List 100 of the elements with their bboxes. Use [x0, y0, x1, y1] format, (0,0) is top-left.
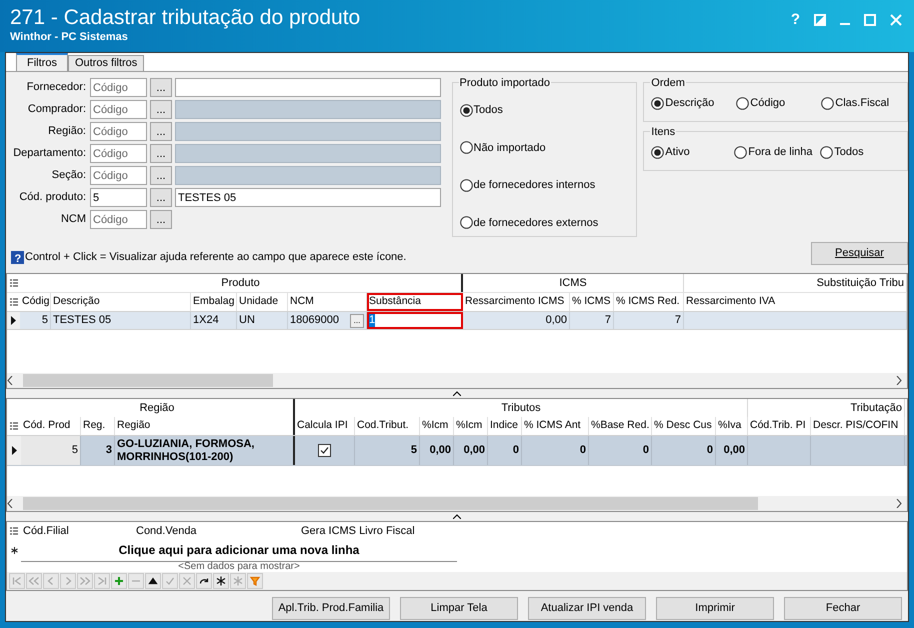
column-header[interactable]: Cód.Filial: [21, 522, 134, 541]
action-button[interactable]: Imprimir: [656, 597, 774, 620]
up-icon[interactable]: [145, 573, 161, 589]
next-page-icon[interactable]: [77, 573, 93, 589]
column-header[interactable]: %Icm: [420, 417, 454, 435]
action-button[interactable]: Limpar Tela: [400, 597, 518, 620]
code-field[interactable]: Código: [90, 166, 147, 185]
column-header[interactable]: %Icm: [454, 417, 488, 435]
restore-icon[interactable]: [814, 14, 826, 26]
code-field[interactable]: Código: [90, 100, 147, 119]
code-field[interactable]: Código: [90, 144, 147, 163]
option-label[interactable]: Descrição: [665, 95, 714, 112]
previous-icon[interactable]: [43, 573, 59, 589]
column-header[interactable]: Cond.Venda: [134, 522, 299, 541]
description-field[interactable]: [175, 78, 441, 97]
column-header[interactable]: %Iva: [716, 417, 748, 435]
column-header[interactable]: Cód. Prod: [21, 417, 81, 435]
tab[interactable]: Outros filtros: [68, 55, 144, 71]
radio-button[interactable]: [460, 178, 472, 192]
scroll-right-icon[interactable]: [896, 376, 902, 385]
option-label[interactable]: Todos: [474, 102, 503, 118]
refresh-icon[interactable]: [196, 573, 212, 589]
column-header[interactable]: Cód.Trib. PI: [748, 417, 811, 435]
column-header[interactable]: Descr. PIS/COFIN: [811, 417, 905, 435]
option-label[interactable]: Fora de linha: [748, 144, 813, 160]
column-chooser-icon[interactable]: [10, 422, 18, 430]
column-header[interactable]: Ressarcimento ICMS: [463, 293, 570, 311]
column-chooser-icon[interactable]: [10, 278, 18, 288]
column-header[interactable]: Embalag: [191, 293, 237, 311]
search-button[interactable]: Pesquisar: [811, 242, 908, 265]
option-label[interactable]: Todos: [834, 144, 864, 160]
new-row-prompt[interactable]: Clique aqui para adicionar uma nova linha: [21, 541, 457, 559]
table-cell-text: 0: [580, 443, 586, 458]
code-field[interactable]: Código: [90, 210, 147, 229]
column-header[interactable]: Descrição: [51, 293, 191, 311]
first-icon[interactable]: [9, 573, 25, 589]
lookup-button[interactable]: ...: [150, 210, 172, 229]
option-label[interactable]: Clas.Fiscal: [835, 95, 890, 112]
scroll-left-icon[interactable]: [7, 376, 13, 385]
column-header[interactable]: %Base Red.: [589, 417, 652, 435]
lookup-button[interactable]: ...: [150, 144, 172, 163]
last-icon[interactable]: [94, 573, 110, 589]
lookup-button[interactable]: ...: [150, 122, 172, 141]
column-header[interactable]: Cod.Tribut.: [355, 417, 420, 435]
filter-icon[interactable]: [247, 573, 263, 589]
option-label[interactable]: Não importado: [474, 140, 546, 156]
lookup-button[interactable]: ...: [150, 166, 172, 185]
column-header[interactable]: Gera ICMS Livro Fiscal: [299, 522, 499, 541]
maximize-icon[interactable]: [864, 14, 876, 26]
radio-button[interactable]: [821, 96, 834, 110]
lookup-button[interactable]: ...: [150, 188, 172, 207]
action-button[interactable]: Atualizar IPI venda: [528, 597, 646, 620]
column-chooser-icon[interactable]: [10, 527, 18, 536]
column-header[interactable]: Substância: [367, 293, 463, 311]
radio-button[interactable]: [460, 141, 472, 154]
lookup-button[interactable]: ...: [350, 314, 364, 328]
asterisk-icon[interactable]: [213, 573, 229, 589]
option-label[interactable]: Ativo: [665, 144, 690, 160]
column-header[interactable]: NCM: [288, 293, 367, 311]
description-field[interactable]: TESTES 05: [175, 188, 441, 207]
lookup-button[interactable]: ...: [150, 78, 172, 97]
column-header[interactable]: Calcula IPI: [295, 417, 355, 435]
lookup-button[interactable]: ...: [150, 100, 172, 119]
radio-button[interactable]: [460, 216, 472, 230]
code-field[interactable]: Código: [90, 122, 147, 141]
radio-button[interactable]: [736, 96, 750, 110]
column-header[interactable]: % ICMS: [570, 293, 614, 311]
horizontal-scrollbar[interactable]: [7, 496, 907, 511]
checkbox[interactable]: [318, 444, 331, 457]
horizontal-scrollbar[interactable]: [7, 373, 907, 388]
previous-page-icon[interactable]: [26, 573, 42, 589]
scroll-right-icon[interactable]: [896, 499, 902, 508]
action-button[interactable]: Apl.Trib. Prod.Familia: [272, 597, 390, 620]
radio-button[interactable]: [734, 146, 748, 159]
code-field[interactable]: Código: [90, 78, 147, 97]
option-label[interactable]: Código: [750, 95, 786, 112]
column-header[interactable]: % ICMS Red.: [614, 293, 684, 311]
column-chooser-icon[interactable]: [10, 298, 18, 306]
radio-button[interactable]: [820, 146, 834, 159]
column-header[interactable]: Unidade: [237, 293, 288, 311]
column-header[interactable]: Indice: [488, 417, 522, 435]
code-field[interactable]: 5: [90, 188, 147, 207]
band-header: ICMS: [559, 276, 587, 291]
radio-button[interactable]: [460, 104, 472, 117]
option-label[interactable]: de fornecedores internos: [474, 177, 596, 194]
next-icon[interactable]: [60, 573, 76, 589]
column-header[interactable]: % ICMS Ant: [522, 417, 589, 435]
column-header[interactable]: Códig: [20, 293, 51, 311]
table-row[interactable]: 5 TESTES 05 1X24 UN 18069000 ... 1 0,00 7 7: [7, 312, 907, 330]
option-label[interactable]: de fornecedores externos: [474, 214, 598, 231]
radio-button[interactable]: [651, 96, 664, 110]
column-header[interactable]: Reg.: [81, 417, 115, 435]
scroll-left-icon[interactable]: [7, 499, 13, 508]
close-icon[interactable]: [890, 14, 902, 26]
column-header[interactable]: Ressarcimento IVA: [684, 293, 907, 311]
add-icon[interactable]: [111, 573, 127, 589]
tab[interactable]: Filtros: [16, 53, 68, 71]
radio-button[interactable]: [651, 146, 664, 159]
action-button[interactable]: Fechar: [784, 597, 902, 620]
column-header[interactable]: % Desc Cus: [652, 417, 716, 435]
